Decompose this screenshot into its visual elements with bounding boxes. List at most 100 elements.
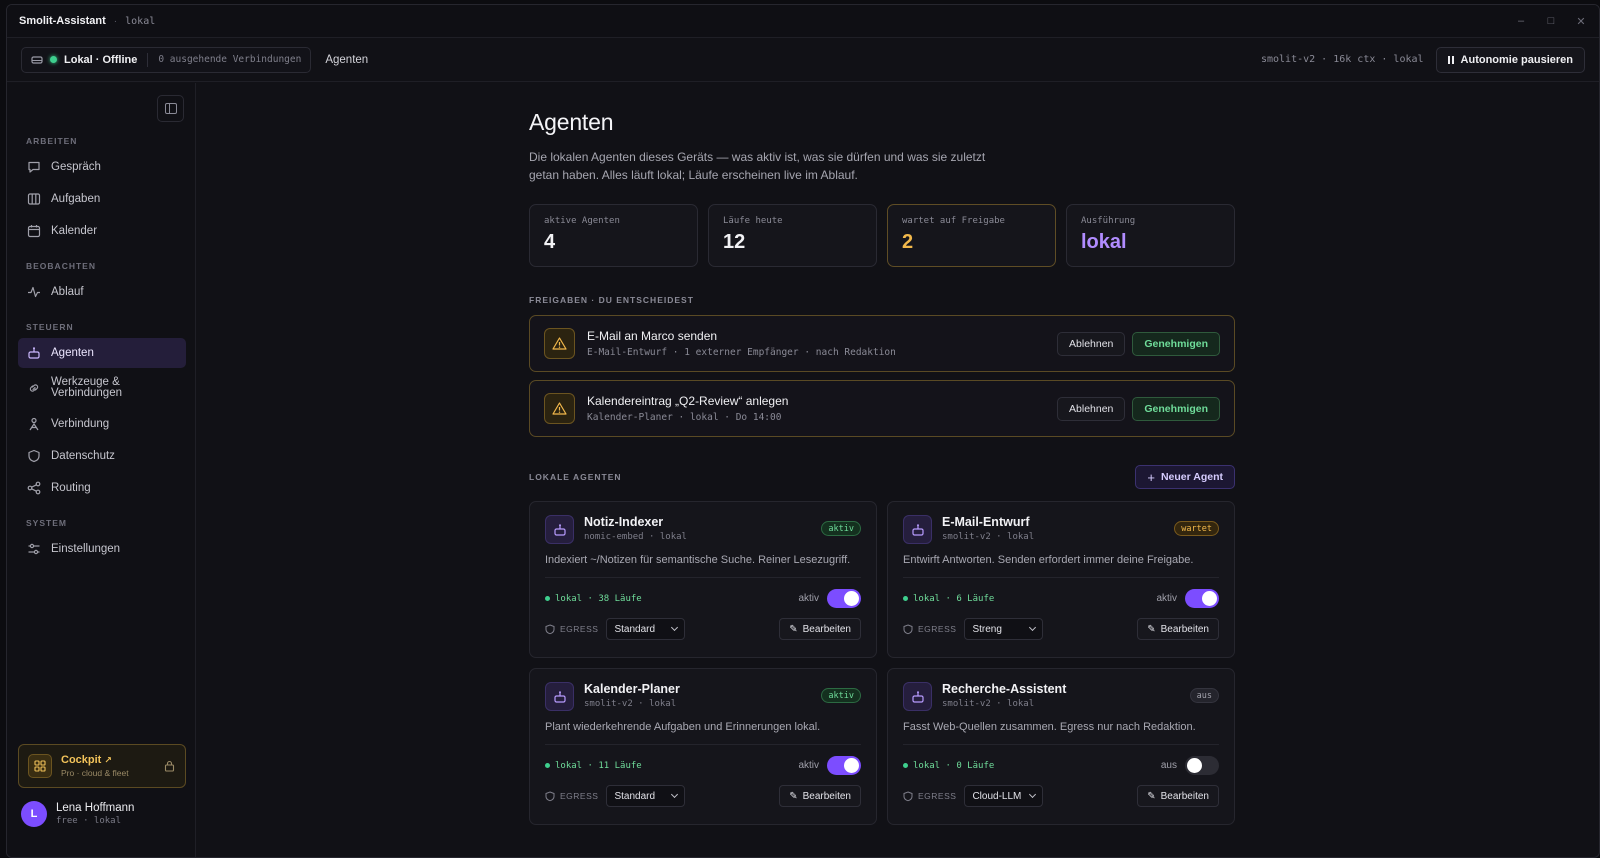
egress-select[interactable]: Standard <box>606 618 686 640</box>
agent-toggle-switch[interactable] <box>1185 756 1219 775</box>
status-dot <box>903 596 908 601</box>
approval-title: Kalendereintrag „Q2-Review“ anlegen <box>587 394 789 408</box>
approve-button[interactable]: Genehmigen <box>1132 396 1220 421</box>
sidebar-item-ablauf[interactable]: Ablauf <box>18 277 186 307</box>
collapse-sidebar-button[interactable] <box>157 95 184 122</box>
stat-value: 2 <box>902 231 914 253</box>
agent-runs-text: lokal · 6 Läufe <box>913 593 995 604</box>
chat-icon <box>28 161 40 173</box>
edit-label: Bearbeiten <box>802 790 851 802</box>
egress-label: EGRESS <box>903 623 957 635</box>
egress-select[interactable]: Streng <box>964 618 1044 640</box>
title-bar: Smolit-Assistant · lokal – □ ✕ <box>7 5 1599 38</box>
agent-model: smolit-v2 · lokal <box>942 699 1035 709</box>
cockpit-upsell[interactable]: Cockpit ↗ Pro · cloud & fleet <box>18 744 186 788</box>
agent-description: Entwirft Antworten. Senden erfordert imm… <box>903 554 1194 566</box>
agent-toggle-switch[interactable] <box>827 756 861 775</box>
connection-count: 0 ausgehende Verbindungen <box>158 54 302 65</box>
edit-button[interactable]: ✎ Bearbeiten <box>1137 785 1219 807</box>
page-title: Agenten <box>529 109 614 135</box>
sidebar-item-label: Einstellungen <box>51 543 121 555</box>
sidebar-item-kalender[interactable]: Kalender <box>18 216 186 246</box>
pause-autonomy-button[interactable]: Autonomie pausieren <box>1435 46 1585 73</box>
sidebar-item-werkzeuge[interactable]: Werkzeuge & Verbindungen <box>18 372 186 404</box>
agents-heading: LOKALE AGENTEN <box>529 472 622 482</box>
sidebar-item-label: Agenten <box>51 347 94 359</box>
agent-egress-row: EGRESS Cloud-LLM ✎ Bearbeiten <box>903 785 1219 807</box>
agent-toggle-switch[interactable] <box>827 589 861 608</box>
section-steuern: STEUERN <box>26 322 74 332</box>
reject-button[interactable]: Ablehnen <box>1057 396 1126 421</box>
agent-toggle-group: aktiv <box>798 589 861 608</box>
status-dot <box>50 56 57 63</box>
robot-icon <box>545 682 574 711</box>
stat-value: 12 <box>723 231 746 253</box>
minimize-icon[interactable]: – <box>1515 15 1527 28</box>
close-icon[interactable]: ✕ <box>1575 15 1587 28</box>
stat-label: Läufe heute <box>723 216 783 226</box>
toggle-label: aktiv <box>1156 593 1177 604</box>
egress-label-text: EGRESS <box>918 624 957 634</box>
agent-card: Kalender-Planer smolit-v2 · lokal aktiv … <box>529 668 877 825</box>
agent-card-header: E-Mail-Entwurf smolit-v2 · lokal wartet <box>903 515 1219 544</box>
agent-description: Plant wiederkehrende Aufgaben und Erinne… <box>545 721 821 733</box>
sidebar-item-einstellungen[interactable]: Einstellungen <box>18 534 186 564</box>
external-link-icon: ↗ <box>104 755 112 765</box>
divider <box>903 577 1219 578</box>
new-agent-button[interactable]: + Neuer Agent <box>1135 465 1235 489</box>
sidebar-item-verbindung[interactable]: Verbindung <box>18 409 186 439</box>
stat-label: wartet auf Freigabe <box>902 216 1005 226</box>
connection-label: Lokal · Offline <box>64 53 138 66</box>
sidebar-item-routing[interactable]: Routing <box>18 473 186 503</box>
chevron-down-icon <box>671 623 679 632</box>
status-dot <box>903 763 908 768</box>
link-icon <box>29 384 39 392</box>
reject-button[interactable]: Ablehnen <box>1057 331 1126 356</box>
egress-select[interactable]: Standard <box>606 785 686 807</box>
agent-name-block: Notiz-Indexer nomic-embed · lokal <box>584 515 687 542</box>
agent-runs: lokal · 11 Läufe <box>545 761 642 771</box>
stat-execution: Ausführung lokal <box>1066 204 1235 267</box>
status-badge: aktiv <box>821 688 861 703</box>
connection-status[interactable]: Lokal · Offline 0 ausgehende Verbindunge… <box>21 46 312 73</box>
edit-button[interactable]: ✎ Bearbeiten <box>779 618 861 640</box>
robot-icon <box>903 682 932 711</box>
board-icon <box>27 193 41 205</box>
drive-icon <box>31 55 43 64</box>
edit-button[interactable]: ✎ Bearbeiten <box>1137 618 1219 640</box>
calendar-icon <box>27 225 41 238</box>
shield-icon <box>545 623 555 634</box>
sidebar-item-aufgaben[interactable]: Aufgaben <box>18 184 186 214</box>
agent-egress-row: EGRESS Standard ✎ Bearbeiten <box>545 618 861 640</box>
divider <box>903 744 1219 745</box>
approve-button[interactable]: Genehmigen <box>1132 331 1220 356</box>
user-info: Lena Hoffmann free · lokal <box>56 802 134 826</box>
approval-title: E-Mail an Marco senden <box>587 329 718 343</box>
approval-text: Kalendereintrag „Q2-Review“ anlegen Kale… <box>587 394 788 423</box>
agent-model: nomic-embed · lokal <box>584 532 687 542</box>
egress-value: Cloud-LLM <box>972 790 1022 802</box>
robot-icon <box>545 515 574 544</box>
sidebar-item-agenten[interactable]: Agenten <box>18 338 186 368</box>
plus-icon: + <box>1147 469 1155 485</box>
agent-toggle-group: aktiv <box>798 756 861 775</box>
egress-select[interactable]: Cloud-LLM <box>964 785 1044 807</box>
sidebar-item-label: Routing <box>51 482 91 494</box>
shield-icon <box>545 790 555 801</box>
user-profile[interactable]: L Lena Hoffmann free · lokal <box>21 801 134 827</box>
sidebar-item-datenschutz[interactable]: Datenschutz <box>18 441 186 471</box>
maximize-icon[interactable]: □ <box>1545 15 1557 28</box>
agent-runs-text: lokal · 11 Läufe <box>555 760 642 771</box>
breadcrumb: Agenten <box>325 53 369 66</box>
edit-icon: ✎ <box>789 790 798 802</box>
robot-icon <box>28 347 40 359</box>
edit-icon: ✎ <box>1147 623 1156 635</box>
agent-toggle-switch[interactable] <box>1185 589 1219 608</box>
new-agent-label: Neuer Agent <box>1160 471 1223 483</box>
edit-button[interactable]: ✎ Bearbeiten <box>779 785 861 807</box>
avatar: L <box>21 801 47 827</box>
sidebar-item-gespraech[interactable]: Gespräch <box>18 152 186 182</box>
chevron-down-icon <box>1029 790 1037 799</box>
app-window: Smolit-Assistant · lokal – □ ✕ Lokal · O… <box>6 4 1600 858</box>
agent-runs: lokal · 38 Läufe <box>545 594 642 604</box>
